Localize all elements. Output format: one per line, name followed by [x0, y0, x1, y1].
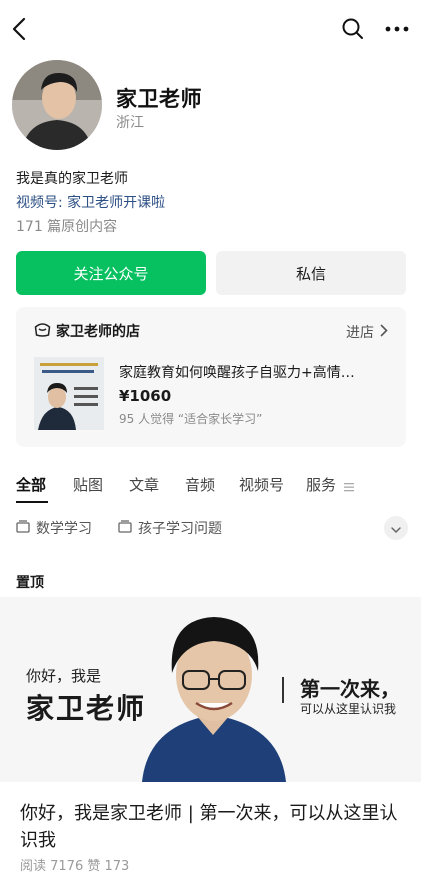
- filter-child-study[interactable]: 孩子学习问题: [118, 518, 222, 538]
- tab-audio[interactable]: 音频: [185, 474, 215, 495]
- menu-icon[interactable]: [343, 478, 355, 492]
- active-tab-indicator: [16, 501, 48, 503]
- product-title[interactable]: 家庭教育如何唤醒孩子自驱力+高情…: [119, 362, 389, 382]
- chevron-left-icon[interactable]: [8, 14, 32, 44]
- filter-label: 数学学习: [36, 521, 92, 537]
- product-subtitle: 95 人觉得 “适合家长学习”: [119, 412, 263, 426]
- product-price: ¥1060: [119, 387, 172, 405]
- message-button[interactable]: 私信: [216, 251, 406, 295]
- shop-icon: [34, 322, 51, 341]
- tab-channels[interactable]: 视频号: [239, 474, 284, 495]
- avatar[interactable]: [12, 60, 102, 150]
- tab-services[interactable]: 服务: [306, 474, 336, 495]
- pinned-article-cover[interactable]: 你好，我是 家卫老师 第一次来， 可以从这里认识我: [0, 597, 421, 782]
- product-thumbnail[interactable]: [34, 357, 104, 430]
- pinned-article-title[interactable]: 你好，我是家卫老师 | 第一次来，可以从这里认识我: [20, 800, 400, 854]
- pinned-label: 置顶: [16, 575, 44, 591]
- chevron-down-icon: [390, 519, 402, 538]
- cover-hello: 你好，我是: [26, 667, 102, 685]
- tab-articles[interactable]: 文章: [129, 474, 159, 495]
- cover-know-me: 可以从这里认识我: [300, 702, 397, 716]
- content-tabs: 全部 贴图 文章 音频 视频号 服务: [16, 474, 406, 503]
- profile-name: 家卫老师: [116, 87, 202, 111]
- shop-card[interactable]: 家卫老师的店 进店 家庭教育如何唤醒孩子自驱力+高情… ¥1060 95 人觉得…: [16, 307, 406, 447]
- collection-icon: [118, 519, 132, 537]
- more-horizontal-icon[interactable]: [384, 18, 410, 40]
- profile-bio: 我是真的家卫老师: [16, 171, 128, 187]
- cover-name: 家卫老师: [26, 692, 147, 725]
- search-icon[interactable]: [340, 16, 366, 42]
- profile-region: 浙江: [116, 115, 144, 131]
- original-count: 171 篇原创内容: [16, 219, 118, 235]
- shop-title: 家卫老师的店: [56, 324, 140, 340]
- pinned-article-meta: 阅读 7176 赞 173: [20, 859, 130, 874]
- enter-shop-label: 进店: [346, 325, 374, 341]
- shop-header: 家卫老师的店: [34, 321, 140, 341]
- follow-button[interactable]: 关注公众号: [16, 251, 206, 295]
- channel-link[interactable]: 视频号: 家卫老师开课啦: [16, 192, 165, 212]
- tab-images[interactable]: 贴图: [73, 474, 103, 495]
- filter-math-study[interactable]: 数学学习: [16, 518, 92, 538]
- tab-all[interactable]: 全部: [16, 474, 46, 495]
- chevron-right-icon: [380, 324, 388, 341]
- filter-label: 孩子学习问题: [138, 521, 222, 537]
- collection-icon: [16, 519, 30, 537]
- enter-shop-link[interactable]: 进店: [346, 322, 388, 342]
- top-bar: [0, 0, 421, 58]
- cover-divider: [282, 677, 284, 703]
- expand-filters-button[interactable]: [384, 516, 408, 540]
- cover-first-time: 第一次来，: [300, 677, 400, 701]
